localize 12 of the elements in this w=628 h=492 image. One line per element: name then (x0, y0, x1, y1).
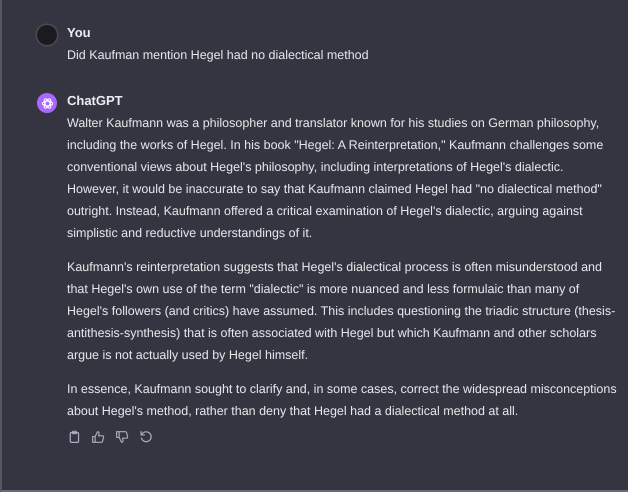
thumbs-down-icon[interactable] (115, 430, 129, 444)
author-name: You (67, 24, 92, 42)
assistant-avatar-icon (37, 93, 57, 113)
copy-icon[interactable] (67, 430, 81, 444)
response-paragraph: Kaufmann's reinterpretation suggests that Hegel's dialectical process is often misunderstood and that Hegel's own use of the term "dialectic" is more nuanced and less formulaic than many of Hegel's followers (and critics) have assumed. This includes questioning the triadic structure (thesis-antithesis-synthesis) that is often associated with Hegel but which Kaufmann and other scholars argue is not actually used by Hegel himself. (67, 259, 616, 364)
response-paragraph: In essence, Kaufmann sought to clarify and, in some cases, correct the widespread misconceptions about Hegel's method, rather than deny that Hegel had a dialectical method at all. (67, 381, 618, 420)
user-avatar-icon (37, 25, 57, 45)
author-name: ChatGPT (67, 92, 124, 110)
response-paragraph: Walter Kaufmann was a philosopher and translator known for his studies on German philosophy, including the works of Hegel. In his book "Hegel: A Reinterpretation," Kaufmann challenges some conventional views about Hegel's philosophy, including interpretations of Hegel's dialectic. However, it would be inaccurate to say that Kaufmann claimed Hegel had "no dialectical method" outright. Instead, Kaufmann offered a critical examination of Hegel's dialectic, arguing against simplistic and reductive understandings of it. (67, 115, 604, 242)
regenerate-icon[interactable] (139, 430, 153, 444)
user-message: Did Kaufman mention Hegel had no dialectical method (67, 47, 370, 64)
thumbs-up-icon[interactable] (91, 430, 105, 444)
